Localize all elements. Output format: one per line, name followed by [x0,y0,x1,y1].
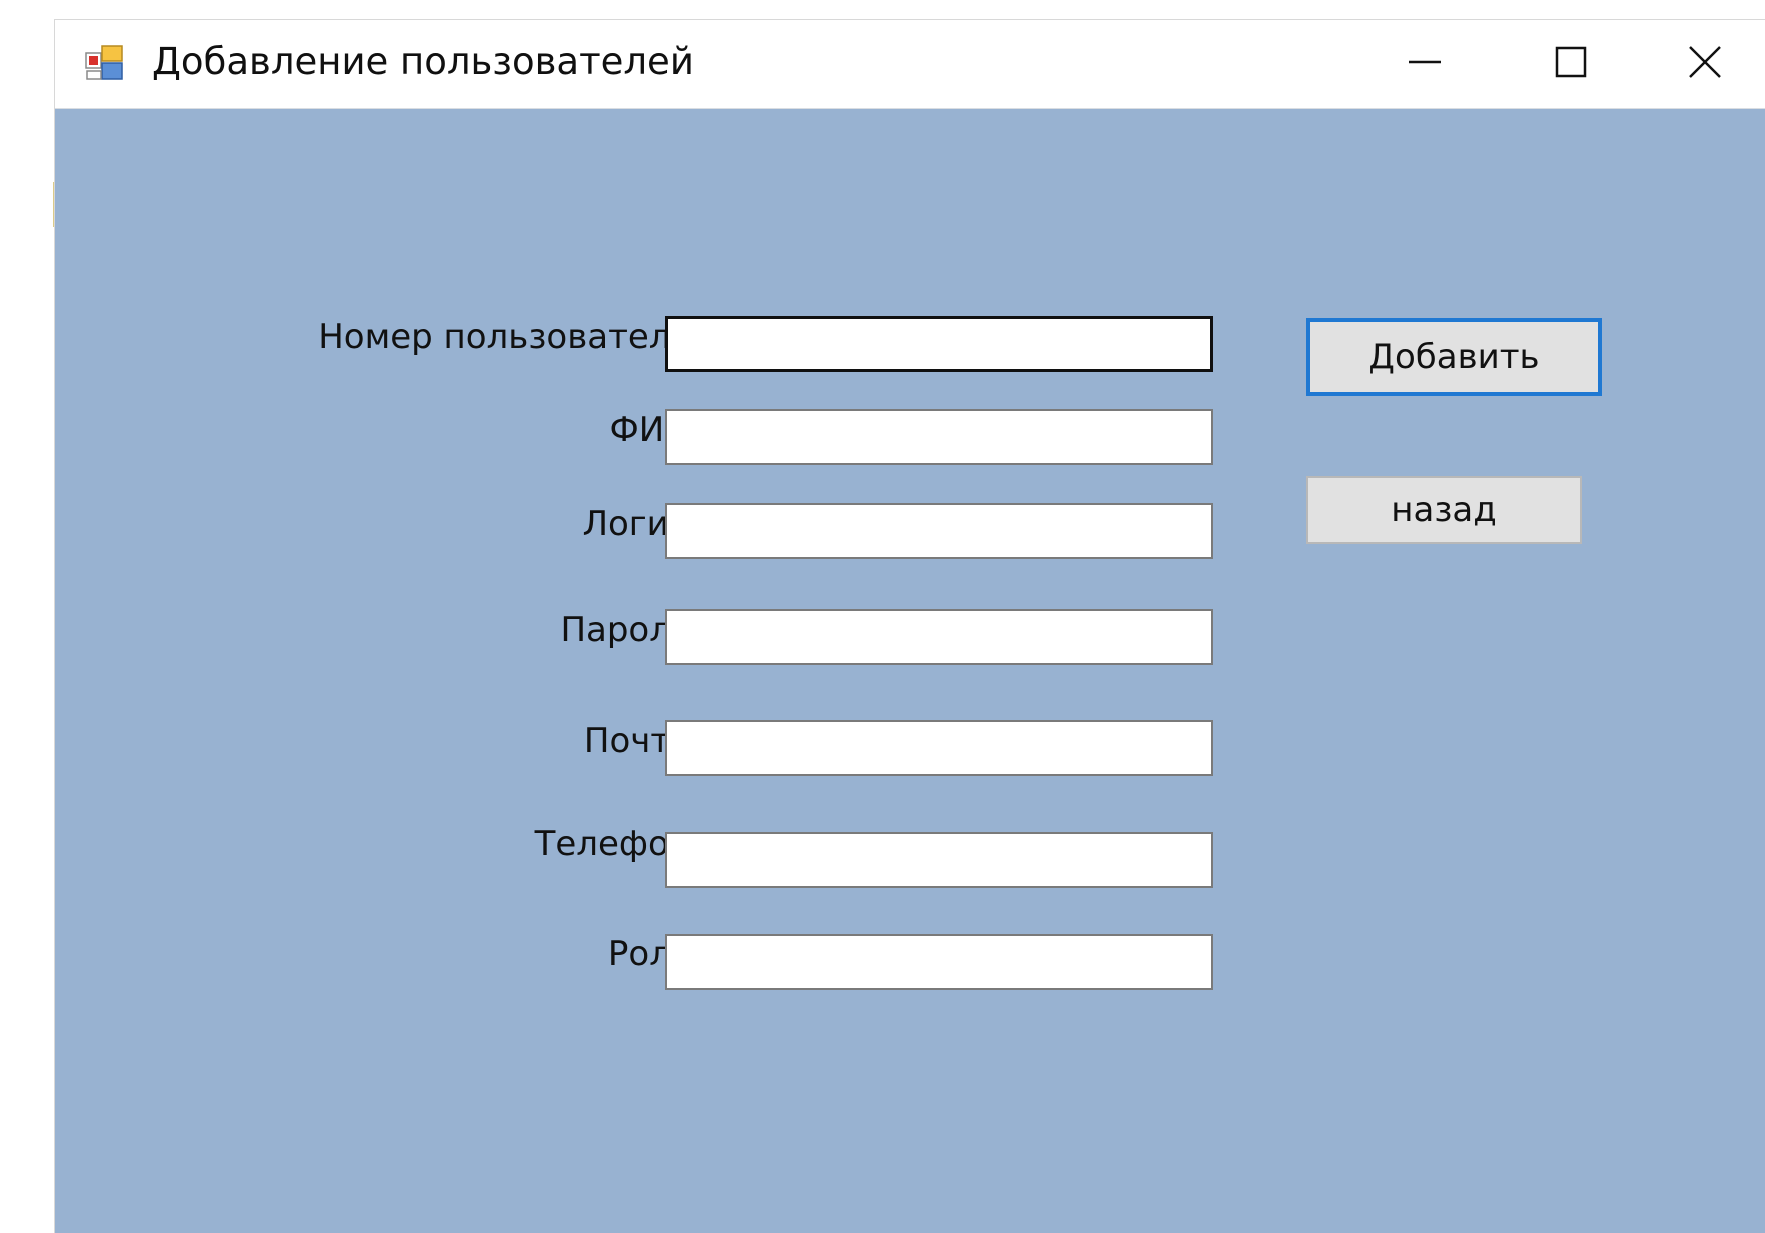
add-button-label: Добавить [1368,337,1540,377]
login-input[interactable] [665,503,1213,559]
add-button[interactable]: Добавить [1306,318,1602,396]
minimize-icon [1407,44,1443,84]
close-button[interactable] [1644,20,1765,108]
form-client-area: Номер пользователя ФИО Логин Пароль Почт… [55,109,1765,1233]
close-icon [1687,44,1723,84]
email-input[interactable] [665,720,1213,776]
user-id-label: Номер пользователя [318,317,691,357]
role-input[interactable] [665,934,1213,990]
back-button-label: назад [1391,490,1497,530]
password-input[interactable] [665,609,1213,665]
title-bar[interactable]: Добавление пользователей [55,20,1765,109]
back-button[interactable]: назад [1306,476,1582,544]
add-users-window: Добавление пользователей Номер пользоват… [55,20,1765,1233]
minimize-button[interactable] [1352,20,1498,108]
maximize-icon [1553,44,1589,84]
user-id-input[interactable] [665,316,1213,372]
app-icon [85,44,125,82]
window-title: Добавление пользователей [152,40,694,83]
fio-input[interactable] [665,409,1213,465]
maximize-button[interactable] [1498,20,1644,108]
phone-input[interactable] [665,832,1213,888]
